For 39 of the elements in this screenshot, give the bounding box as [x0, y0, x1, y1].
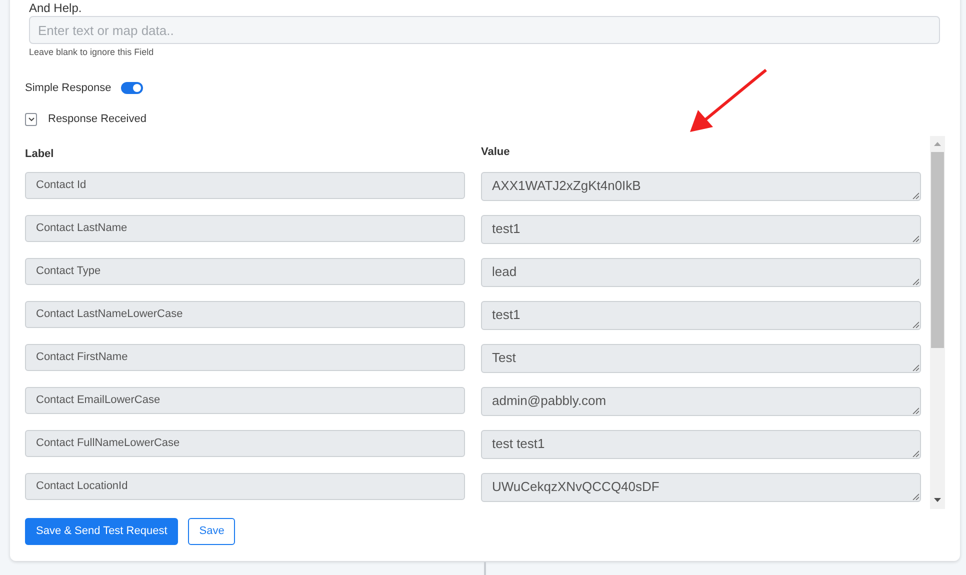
- resize-handle-icon[interactable]: [912, 192, 919, 198]
- value-field[interactable]: test test1: [481, 430, 921, 458]
- value-field[interactable]: Test: [481, 344, 921, 372]
- resize-handle-icon[interactable]: [912, 320, 919, 328]
- value-field[interactable]: admin@pabbly.com: [481, 386, 921, 416]
- save-button[interactable]: Save: [188, 518, 236, 544]
- value-field[interactable]: lead: [481, 258, 921, 286]
- toggle-label: Simple Response: [25, 80, 112, 96]
- value-field[interactable]: test1: [481, 214, 921, 244]
- resize-handle-icon[interactable]: [912, 406, 919, 414]
- value-field[interactable]: UWuCekqzXNvQCCQ40sDF: [481, 472, 921, 502]
- scrollbar-thumb[interactable]: [931, 152, 944, 348]
- chevron-icon: [28, 116, 34, 122]
- label-field: Contact Id: [25, 172, 465, 198]
- value-field[interactable]: test1: [481, 300, 921, 330]
- section-title: Response Received: [48, 112, 146, 127]
- label-field: Contact FullNameLowerCase: [25, 430, 465, 456]
- column-header: Label: [25, 147, 54, 162]
- label-field: Contact FirstName: [25, 344, 465, 370]
- scrollbar[interactable]: [930, 136, 945, 508]
- primary-button[interactable]: Save & Send Test Request: [25, 518, 178, 544]
- value-field[interactable]: AXX1WATJ2xZgKt4n0IkB: [481, 172, 921, 200]
- hint-text: Leave blank to ignore this Field: [29, 46, 154, 59]
- resize-handle-icon[interactable]: [912, 492, 919, 500]
- toggle-switch[interactable]: [121, 82, 144, 94]
- input-field[interactable]: Enter text or map data..: [29, 16, 940, 44]
- resize-handle-icon[interactable]: [912, 450, 919, 456]
- label-field: Contact LastNameLowerCase: [25, 300, 465, 328]
- label-field: Contact LocationId: [25, 472, 465, 500]
- label-field: Contact EmailLowerCase: [25, 386, 465, 414]
- column-header: Value: [481, 144, 510, 160]
- field-label: And Help.: [29, 0, 82, 16]
- resize-handle-icon[interactable]: [912, 234, 919, 242]
- resize-handle-icon[interactable]: [912, 364, 919, 370]
- collapse-toggle[interactable]: [25, 112, 37, 126]
- resize-handle-icon[interactable]: [912, 278, 919, 284]
- scroll-down-icon[interactable]: [934, 498, 941, 502]
- label-field: Contact LastName: [25, 214, 465, 242]
- label-field: Contact Type: [25, 258, 465, 284]
